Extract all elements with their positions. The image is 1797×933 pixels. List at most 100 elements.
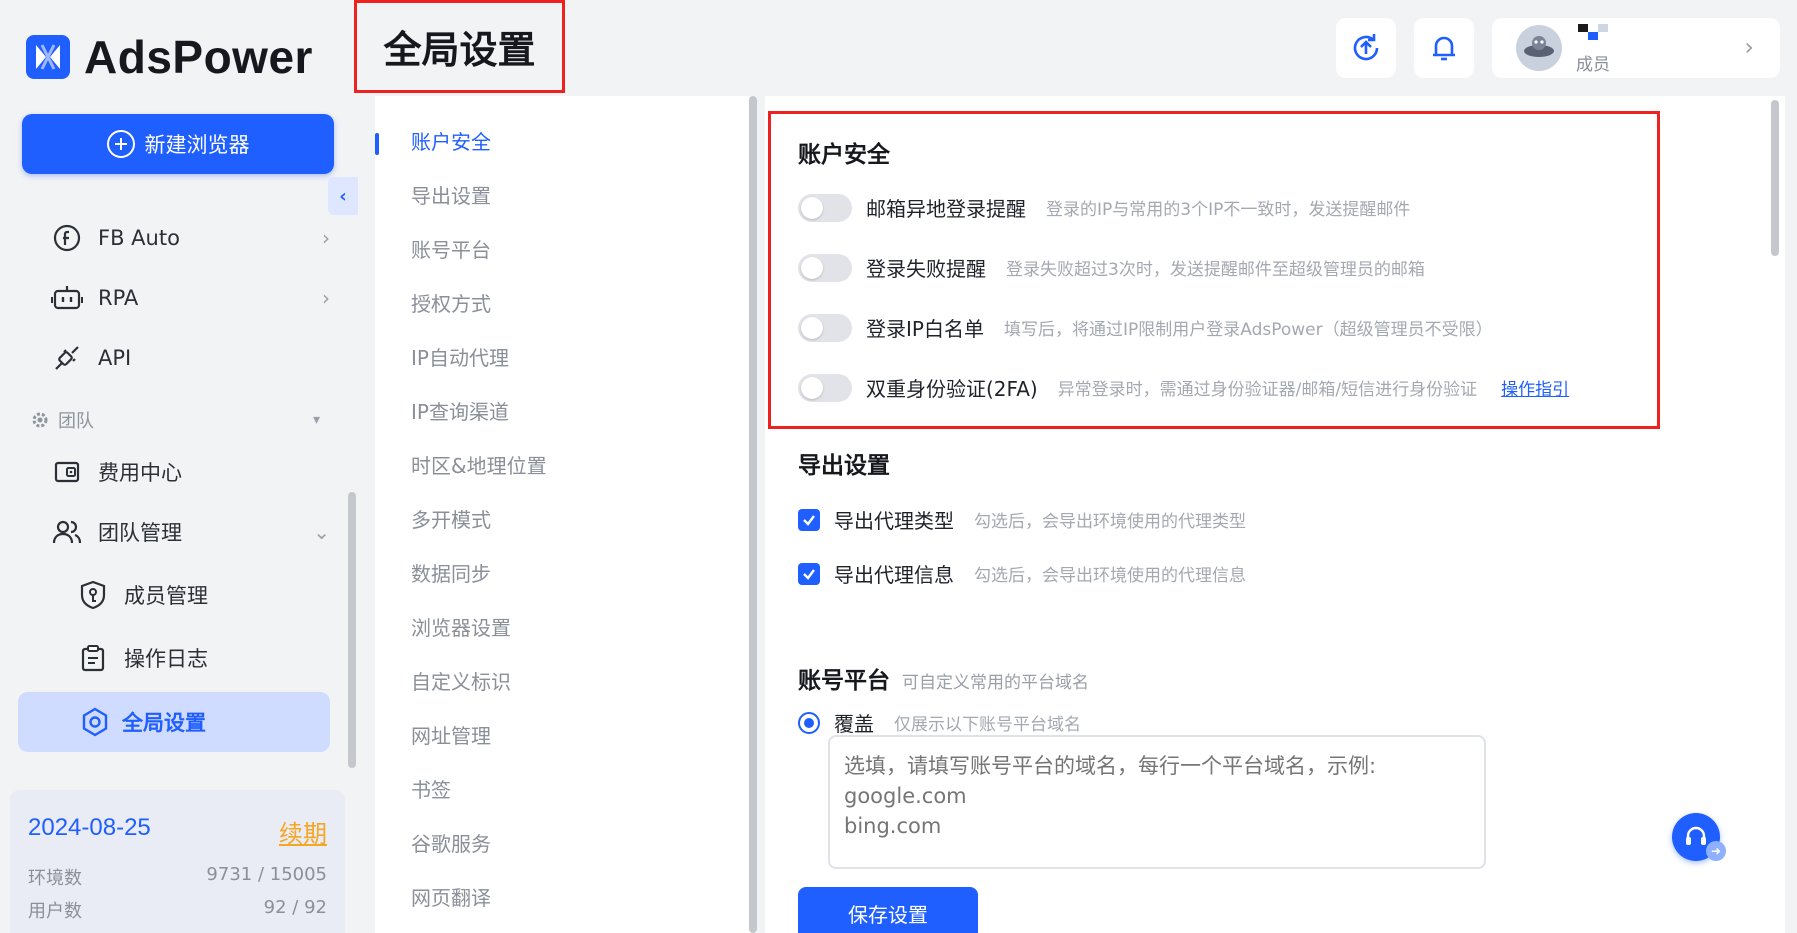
sidebar-item-api[interactable]: API: [50, 336, 330, 380]
setting-label: 双重身份验证(2FA): [866, 377, 1038, 401]
section-title-account-platform: 账号平台 可自定义常用的平台域名: [798, 661, 1089, 695]
settings-nav-item[interactable]: 导出设置: [411, 180, 491, 209]
bell-icon: [1433, 36, 1455, 61]
login-fail-alert-toggle[interactable]: [798, 253, 852, 282]
setting-row-ip-whitelist: 登录IP白名单 填写后，将通过IP限制用户登录AdsPower（超级管理员不受限…: [798, 313, 1493, 342]
setting-label: 邮箱异地登录提醒: [866, 197, 1026, 221]
checkmark-icon: [803, 514, 815, 526]
setting-row-2fa: 双重身份验证(2FA) 异常登录时，需通过身份验证器/邮箱/短信进行身份验证 操…: [798, 373, 1569, 402]
sidebar-item-team-management[interactable]: 团队管理 ⌄: [50, 510, 330, 554]
chevron-down-icon: ⌄: [313, 520, 330, 544]
sidebar-item-operation-log[interactable]: 操作日志: [76, 636, 326, 680]
renew-link[interactable]: 续期: [279, 814, 327, 849]
support-button[interactable]: ➜: [1672, 813, 1726, 861]
upload-sync-icon: [1353, 34, 1379, 61]
brand-name: AdsPower: [84, 31, 313, 83]
setting-label: 登录IP白名单: [866, 317, 984, 341]
gear-icon: [32, 412, 48, 428]
export-proxy-info-checkbox[interactable]: [798, 562, 820, 585]
setting-label: 登录失败提醒: [866, 257, 986, 281]
ip-whitelist-toggle[interactable]: [798, 313, 852, 342]
settings-nav-item[interactable]: IP自动代理: [411, 342, 509, 371]
active-indicator: [375, 133, 379, 155]
update-button[interactable]: [1336, 18, 1396, 78]
setting-description: 登录的IP与常用的3个IP不一致时，发送提醒邮件: [1046, 200, 1411, 220]
setting-label: 导出代理信息: [834, 563, 954, 587]
team-section-label: 团队: [58, 411, 94, 432]
settings-nav-item[interactable]: 网址管理: [411, 720, 491, 749]
notification-button[interactable]: [1414, 18, 1474, 78]
settings-nav-item[interactable]: 账户安全: [411, 126, 491, 155]
setting-row-export-proxy-type: 导出代理类型 勾选后，会导出环境使用的代理类型: [798, 505, 1246, 534]
team-icon: [50, 515, 84, 549]
sidebar-item-fb-auto[interactable]: FB Auto ›: [50, 216, 330, 260]
two-factor-toggle[interactable]: [798, 373, 852, 402]
headset-icon: [1686, 826, 1706, 845]
setting-label: 导出代理类型: [834, 509, 954, 533]
sidebar-item-global-settings[interactable]: 全局设置: [18, 692, 330, 752]
adspower-logo-icon: [26, 35, 70, 79]
sidebar-item-label: RPA: [98, 286, 139, 310]
setting-label: 覆盖: [834, 712, 874, 736]
setting-description: 勾选后，会导出环境使用的代理类型: [974, 512, 1246, 532]
plan-expiry-date: 2024-08-25: [28, 814, 151, 841]
settings-nav-item[interactable]: IP查询渠道: [411, 396, 509, 425]
sidebar-item-label: 全局设置: [122, 711, 206, 735]
section-title-account-security: 账户安全: [798, 142, 890, 168]
sidebar-item-label: 团队管理: [98, 521, 182, 545]
override-radio[interactable]: [798, 711, 820, 734]
settings-nav-item[interactable]: 谷歌服务: [411, 828, 491, 857]
plan-card: 2024-08-25 续期 环境数 9731 / 15005 用户数 92 / …: [10, 790, 345, 933]
sidebar-collapse-button[interactable]: ‹: [328, 177, 358, 215]
chevron-left-icon: ‹: [339, 185, 347, 207]
settings-nav-scrollbar[interactable]: [749, 96, 757, 933]
user-count-label: 用户数: [28, 901, 82, 922]
user-count-row: 用户数 92 / 92: [28, 897, 327, 923]
sidebar-item-rpa[interactable]: RPA ›: [50, 276, 330, 320]
team-section-header[interactable]: 团队 ▾: [30, 407, 320, 433]
settings-nav-item[interactable]: 账号平台: [411, 234, 491, 263]
sidebar-item-billing[interactable]: 费用中心: [50, 450, 330, 494]
setting-description: 仅展示以下账号平台域名: [894, 715, 1081, 735]
chevron-right-icon: ›: [322, 286, 330, 310]
settings-nav-item[interactable]: 时区&地理位置: [411, 450, 547, 479]
sidebar-item-member-management[interactable]: 成员管理: [76, 573, 326, 617]
new-browser-label: 新建浏览器: [144, 133, 250, 157]
settings-nav-item[interactable]: 授权方式: [411, 288, 491, 317]
email-alert-toggle[interactable]: [798, 193, 852, 222]
save-settings-button[interactable]: 保存设置: [798, 887, 978, 933]
robot-icon: [50, 281, 84, 315]
sidebar-item-label: FB Auto: [98, 226, 180, 250]
sidebar-item-label: 成员管理: [124, 584, 208, 608]
content-scrollbar[interactable]: [1771, 100, 1779, 256]
avatar: [1516, 25, 1562, 71]
settings-nav-item[interactable]: 书签: [411, 774, 451, 803]
settings-nav-item[interactable]: 浏览器设置: [411, 612, 511, 641]
sidebar-item-label: API: [98, 346, 132, 370]
settings-nav-item[interactable]: 自定义标识: [411, 666, 511, 695]
sidebar-item-label: 操作日志: [124, 647, 208, 671]
section-title-export-settings: 导出设置: [798, 453, 890, 479]
sidebar-item-label: 费用中心: [98, 461, 182, 485]
setting-description: 填写后，将通过IP限制用户登录AdsPower（超级管理员不受限）: [1003, 320, 1493, 340]
sidebar-scrollbar[interactable]: [348, 492, 356, 768]
guide-link[interactable]: 操作指引: [1501, 375, 1569, 400]
export-proxy-type-checkbox[interactable]: [798, 508, 820, 531]
settings-icon: [78, 705, 112, 739]
platform-domain-textarea[interactable]: [828, 735, 1486, 869]
new-browser-button[interactable]: 新建浏览器: [22, 114, 334, 174]
shield-icon: [76, 578, 110, 612]
settings-nav-item[interactable]: 网页翻译: [411, 882, 491, 911]
fb-auto-icon: [50, 221, 84, 255]
clipboard-icon: [76, 641, 110, 675]
brand-logo[interactable]: AdsPower: [26, 30, 313, 84]
settings-nav-item[interactable]: 数据同步: [411, 558, 491, 587]
caret-down-icon: ▾: [312, 412, 320, 428]
setting-row-email-alert: 邮箱异地登录提醒 登录的IP与常用的3个IP不一致时，发送提醒邮件: [798, 193, 1410, 222]
api-plug-icon: [50, 341, 84, 375]
user-menu[interactable]: 成员 ›: [1492, 18, 1780, 78]
env-count-row: 环境数 9731 / 15005: [28, 864, 327, 890]
setting-row-export-proxy-info: 导出代理信息 勾选后，会导出环境使用的代理信息: [798, 559, 1246, 588]
env-count-value: 9731 / 15005: [206, 864, 327, 885]
settings-nav-item[interactable]: 多开模式: [411, 504, 491, 533]
